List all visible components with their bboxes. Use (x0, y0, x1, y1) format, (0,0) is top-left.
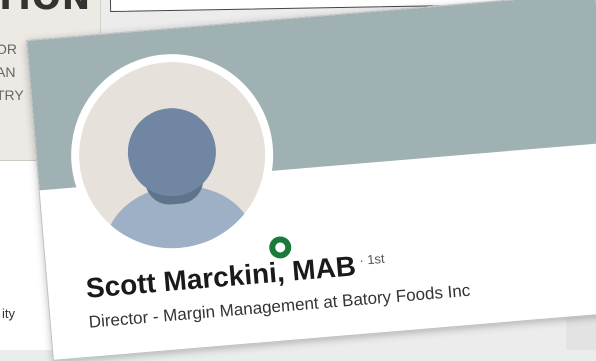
background-card-text: OR AN TRY (0, 38, 24, 107)
background-line: AN (0, 64, 16, 80)
background-line: OR (0, 41, 17, 57)
connection-degree-badge: · 1st (358, 250, 386, 268)
profile-card[interactable]: Scott Marckini, MAB · 1st Director - Marg… (26, 0, 596, 361)
background-card-footer-text: ity (2, 306, 15, 321)
avatar-head-silhouette (124, 104, 220, 200)
background-line: TRY (0, 87, 24, 103)
background-card-title: TION (0, 0, 91, 18)
avatar[interactable] (71, 54, 273, 256)
